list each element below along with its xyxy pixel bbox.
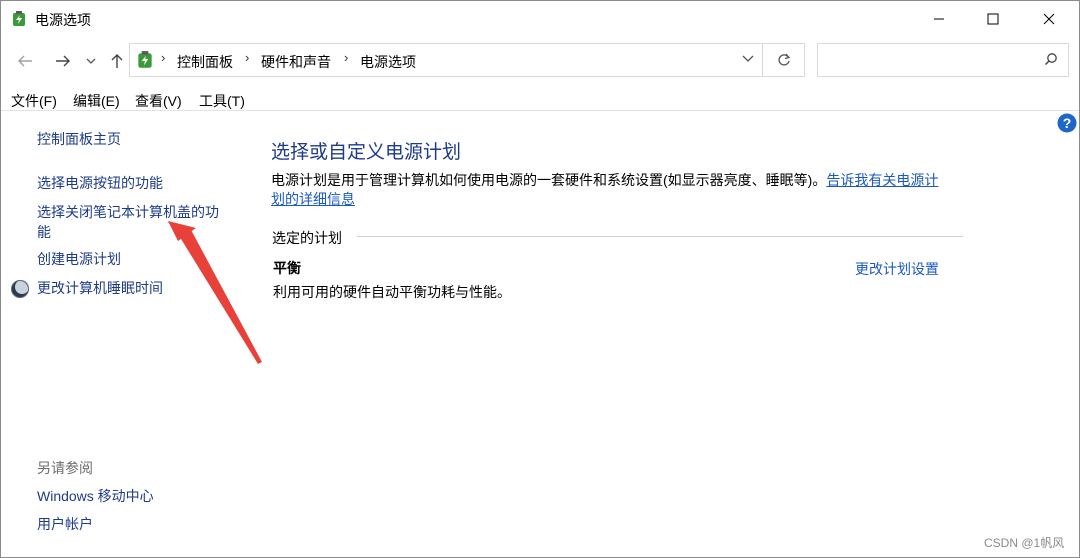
chevron-right-icon: › xyxy=(161,50,166,65)
see-also-heading: 另请参阅 xyxy=(37,460,93,476)
forward-button[interactable] xyxy=(49,47,77,75)
plan-name: 平衡 xyxy=(273,260,301,276)
recent-locations-button[interactable] xyxy=(81,47,101,75)
maximize-button[interactable] xyxy=(967,1,1019,37)
sidebar-item-sleep-time[interactable]: 更改计算机睡眠时间 xyxy=(37,278,163,298)
learn-more-link[interactable]: 告诉我有关电源计 xyxy=(826,172,938,188)
search-icon xyxy=(1044,53,1057,66)
close-button[interactable] xyxy=(1023,1,1075,37)
back-button[interactable] xyxy=(11,47,39,75)
svg-text:?: ? xyxy=(1063,115,1072,131)
chevron-down-icon xyxy=(86,58,96,64)
change-plan-settings-link[interactable]: 更改计划设置 xyxy=(855,259,939,279)
plan-description: 利用可用的硬件自动平衡功耗与性能。 xyxy=(273,284,511,300)
sidebar-item-lid-close[interactable]: 选择关闭笔记本计算机盖的功 能 xyxy=(37,202,219,242)
sidebar-item-power-button[interactable]: 选择电源按钮的功能 xyxy=(37,173,163,193)
sidebar-item-label: 能 xyxy=(37,224,51,240)
breadcrumb-hardware-sound[interactable]: 硬件和声音 xyxy=(261,52,331,72)
menu-edit[interactable]: 编辑(E) xyxy=(73,91,120,111)
menu-divider xyxy=(1,110,1079,111)
address-bar[interactable]: › 控制面板 › 硬件和声音 › 电源选项 xyxy=(129,43,763,77)
search-input[interactable] xyxy=(817,43,1069,77)
close-icon xyxy=(1043,13,1055,25)
sidebar-item-mobility-center[interactable]: Windows 移动中心 xyxy=(37,486,154,506)
minimize-button[interactable] xyxy=(913,1,965,37)
window-title: 电源选项 xyxy=(35,12,91,28)
chevron-right-icon: › xyxy=(344,50,349,65)
refresh-icon xyxy=(777,53,790,66)
sidebar-item-user-accounts[interactable]: 用户帐户 xyxy=(37,514,93,534)
menu-file[interactable]: 文件(F) xyxy=(11,91,57,111)
chevron-right-icon: › xyxy=(245,50,250,65)
watermark: CSDN @1帆风 xyxy=(984,536,1065,550)
minimize-icon xyxy=(934,18,944,20)
menu-view[interactable]: 查看(V) xyxy=(135,91,182,111)
power-options-icon xyxy=(13,11,25,26)
description-text: 电源计划是用于管理计算机如何使用电源的一套硬件和系统设置(如显示器亮度、睡眠等)… xyxy=(271,172,827,188)
help-icon[interactable]: ? xyxy=(1057,113,1077,133)
sidebar-item-home[interactable]: 控制面板主页 xyxy=(37,129,121,149)
sidebar-item-label: 选择关闭笔记本计算机盖的功 xyxy=(37,204,219,220)
back-arrow-icon xyxy=(18,55,32,67)
up-button[interactable] xyxy=(105,47,129,75)
moon-icon xyxy=(11,280,29,298)
page-title: 选择或自定义电源计划 xyxy=(271,142,462,163)
sidebar-item-create-plan[interactable]: 创建电源计划 xyxy=(37,249,121,269)
up-arrow-icon xyxy=(111,54,123,68)
page-description: 电源计划是用于管理计算机如何使用电源的一套硬件和系统设置(如显示器亮度、睡眠等)… xyxy=(271,171,971,209)
menu-bar: 文件(F) 编辑(E) 查看(V) 工具(T) xyxy=(1,89,1079,111)
selected-plan-heading: 选定的计划 xyxy=(272,230,342,246)
power-options-window: 电源选项 › 控制面板 › 硬件和声音 › 电源选项 文件(F) 编辑(E) 查… xyxy=(0,0,1080,558)
power-options-icon xyxy=(138,51,152,68)
breadcrumb-control-panel[interactable]: 控制面板 xyxy=(177,52,233,72)
address-dropdown-icon[interactable] xyxy=(742,52,754,64)
maximize-icon xyxy=(987,13,999,25)
title-bar: 电源选项 xyxy=(1,1,1079,37)
learn-more-link[interactable]: 划的详细信息 xyxy=(271,191,355,207)
forward-arrow-icon xyxy=(56,55,70,67)
menu-tools[interactable]: 工具(T) xyxy=(199,91,245,111)
refresh-button[interactable] xyxy=(763,43,805,77)
breadcrumb-power-options[interactable]: 电源选项 xyxy=(360,52,416,72)
section-divider xyxy=(357,236,963,237)
